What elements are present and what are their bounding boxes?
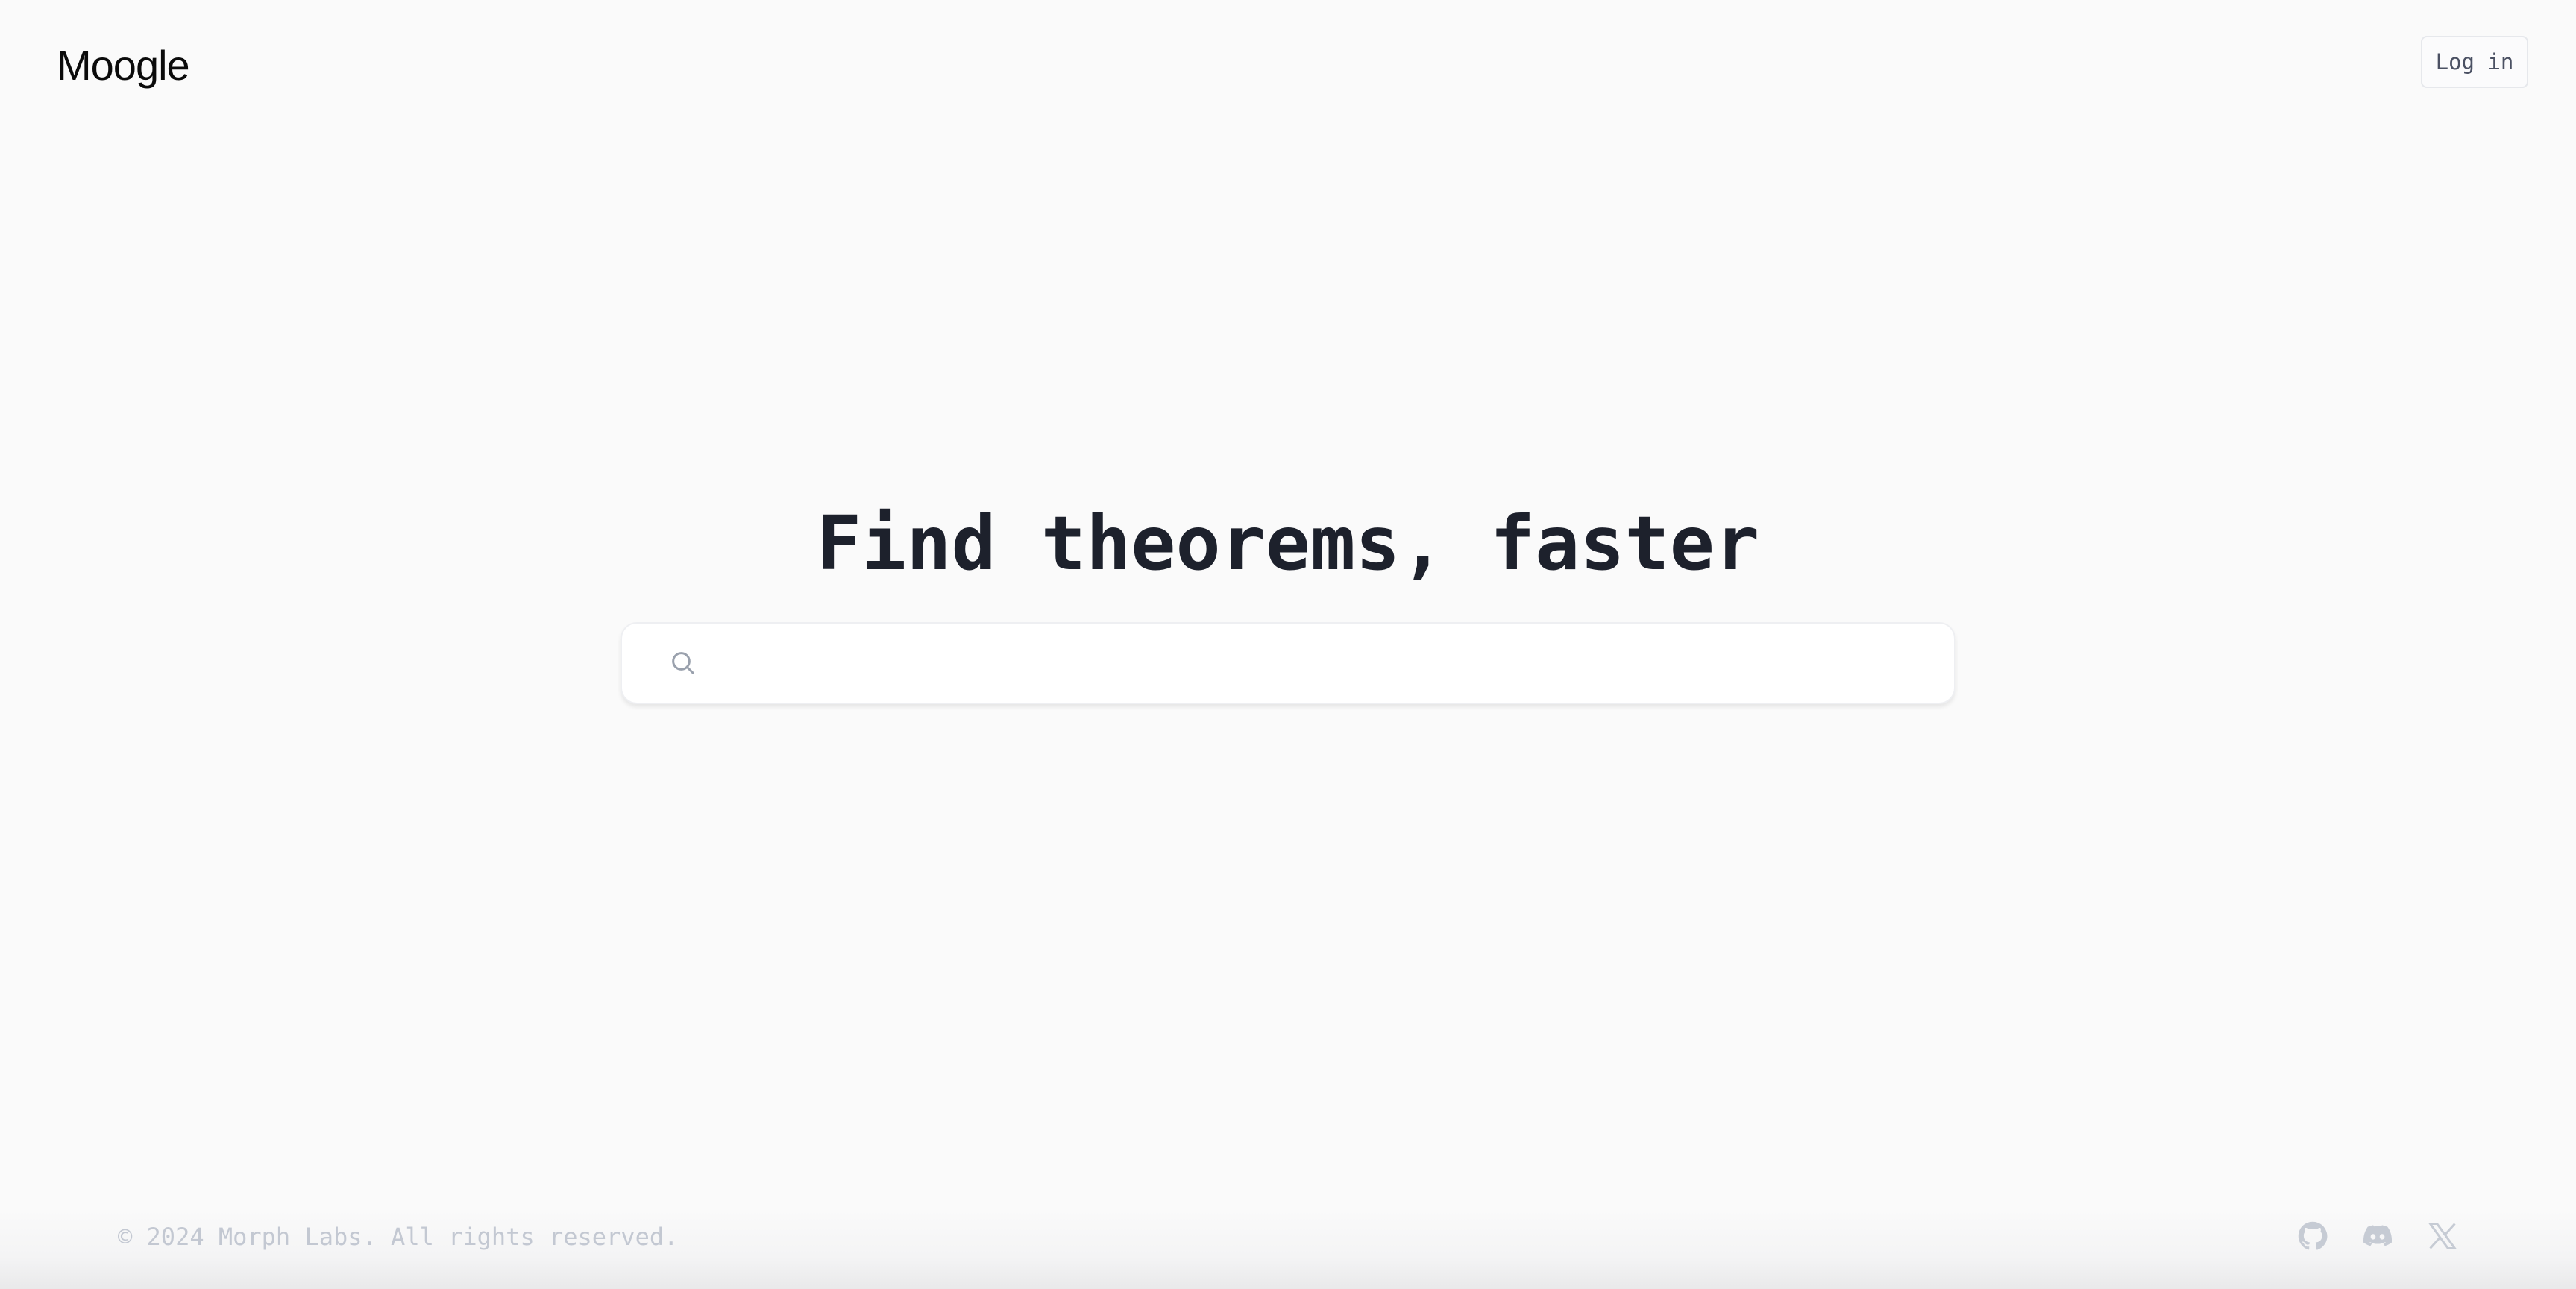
search-icon xyxy=(668,648,698,678)
search-box[interactable] xyxy=(621,622,1955,704)
x-link[interactable] xyxy=(2425,1220,2460,1255)
site-header: Moogle Log in xyxy=(0,0,2576,127)
search-input[interactable] xyxy=(716,623,1924,703)
login-button[interactable]: Log in xyxy=(2421,36,2528,88)
hero-title: Find theorems, faster xyxy=(816,500,1760,587)
moogle-logo[interactable]: Moogle xyxy=(57,36,190,95)
github-link[interactable] xyxy=(2296,1220,2330,1255)
discord-icon xyxy=(2361,1220,2394,1255)
x-icon xyxy=(2426,1220,2459,1255)
github-icon xyxy=(2296,1220,2329,1255)
discord-link[interactable] xyxy=(2360,1220,2395,1255)
copyright-text: © 2024 Morph Labs. All rights reserved. xyxy=(118,1223,679,1251)
